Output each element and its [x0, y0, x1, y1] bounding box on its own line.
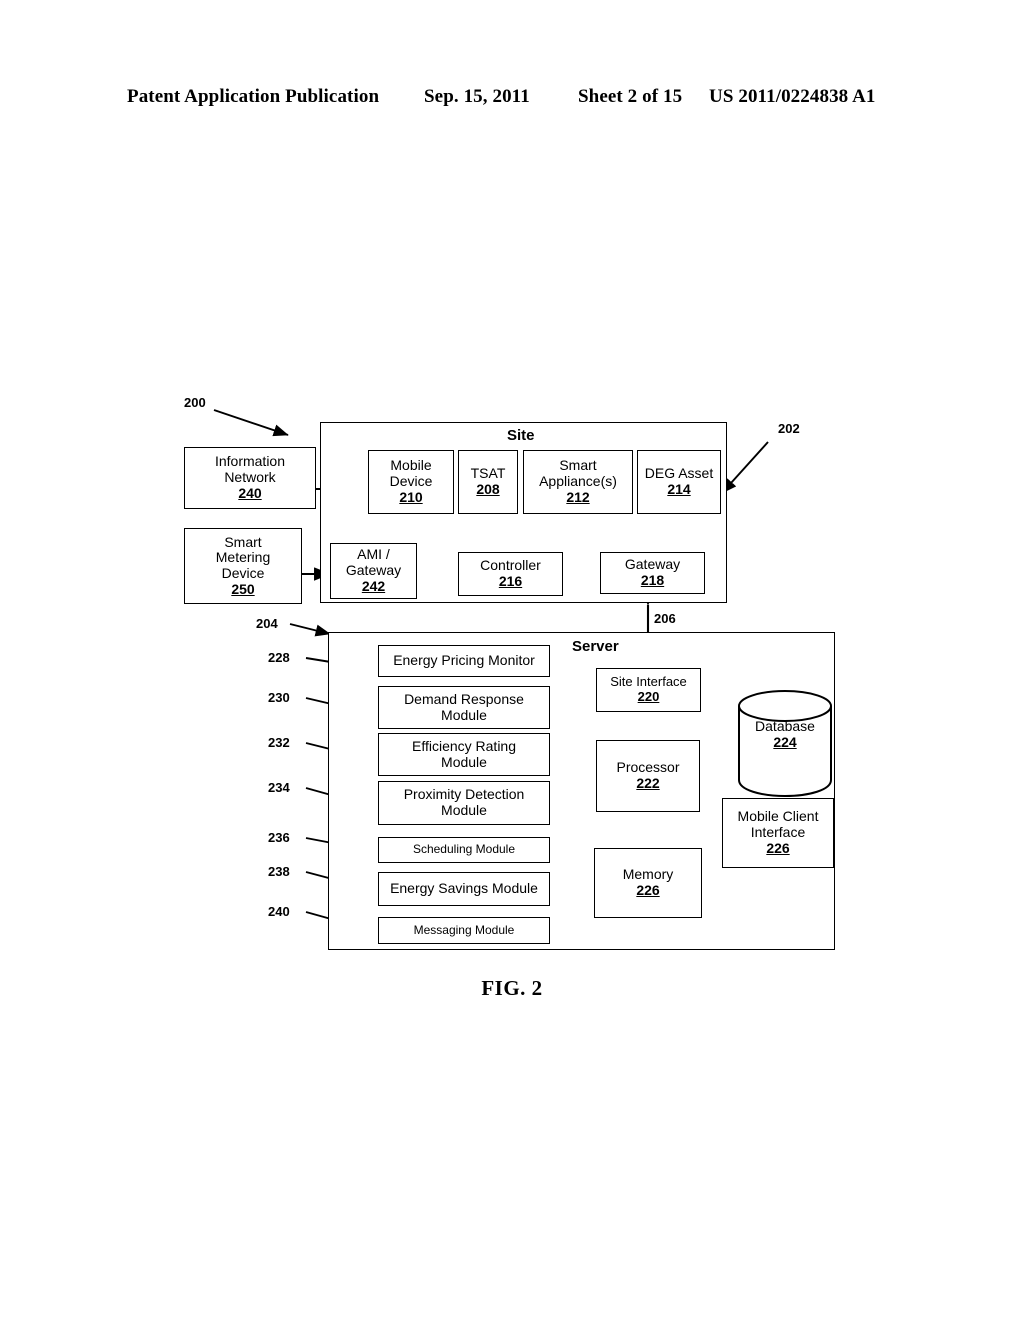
tsat-line1: TSAT: [470, 465, 506, 482]
module-3-line1: Proximity Detection: [403, 786, 525, 803]
mobile-device-line2: Device: [389, 473, 433, 490]
site-title: Site: [507, 427, 535, 444]
mobile-client-line1: Mobile Client: [737, 808, 819, 825]
node-deg-asset: DEG Asset 214: [637, 450, 721, 514]
node-mobile-client-interface: Mobile Client Interface 226: [722, 798, 834, 868]
header-date: Sep. 15, 2011: [424, 86, 530, 107]
node-controller: Controller 216: [458, 552, 563, 596]
smart-metering-line2: Metering: [215, 549, 271, 566]
ref-232: 232: [268, 735, 290, 750]
module-2-line1: Efficiency Rating: [411, 737, 516, 754]
ref-238: 238: [268, 864, 290, 879]
node-information-network: Information Network 240: [184, 447, 316, 509]
figure-caption: FIG. 2: [481, 976, 543, 1000]
mobile-client-ref: 226: [766, 839, 790, 856]
smart-appliances-line2: Appliance(s): [539, 473, 617, 490]
module-1-line1: Demand Response: [404, 690, 524, 707]
node-site-interface: Site Interface 220: [596, 668, 701, 712]
ami-gateway-line2: Gateway: [345, 562, 402, 579]
ref-202: 202: [778, 421, 800, 436]
module-0-line1: Energy Pricing Monitor: [393, 652, 535, 669]
module-6-line1: Messaging Module: [413, 922, 515, 937]
node-mobile-device: Mobile Device 210: [368, 450, 454, 514]
module-messaging: Messaging Module: [378, 917, 550, 944]
smart-appliances-line1: Smart: [559, 457, 597, 474]
node-tsat: TSAT 208: [458, 450, 518, 514]
ref-228: 228: [268, 650, 290, 665]
node-gateway: Gateway 218: [600, 552, 705, 594]
ref-206: 206: [654, 611, 676, 626]
header-patent-number: US 2011/0224838 A1: [709, 86, 876, 107]
node-ami-gateway: AMI / Gateway 242: [330, 543, 417, 599]
ami-gateway-ref: 242: [361, 577, 386, 594]
memory-line1: Memory: [622, 866, 674, 883]
information-network-line1: Information: [214, 453, 286, 470]
server-title: Server: [572, 638, 619, 655]
processor-ref: 222: [636, 775, 660, 791]
node-smart-metering-device: Smart Metering Device 250: [184, 528, 302, 604]
mobile-client-line2: Interface: [750, 824, 806, 841]
controller-ref: 216: [498, 573, 523, 589]
gateway-ref: 218: [640, 572, 665, 588]
information-network-line2: Network: [224, 469, 276, 486]
smart-metering-ref: 250: [231, 580, 255, 597]
module-scheduling: Scheduling Module: [378, 837, 550, 863]
deg-asset-ref: 214: [667, 481, 691, 497]
header-sheet: Sheet 2 of 15: [578, 86, 683, 107]
memory-ref: 226: [636, 882, 660, 898]
module-proximity-detection: Proximity Detection Module: [378, 781, 550, 825]
module-5-line1: Energy Savings Module: [390, 880, 538, 897]
information-network-ref: 240: [238, 484, 262, 501]
ref-236: 236: [268, 830, 290, 845]
ref-200: 200: [184, 395, 206, 410]
processor-line1: Processor: [616, 759, 680, 776]
tsat-ref: 208: [476, 481, 500, 497]
database-label-group: Database 224: [735, 718, 835, 750]
database-ref: 224: [773, 734, 797, 751]
controller-line1: Controller: [480, 557, 541, 574]
site-interface-line1: Site Interface: [610, 674, 687, 690]
patent-figure-page: Patent Application Publication Sep. 15, …: [0, 0, 1024, 1320]
node-memory: Memory 226: [594, 848, 702, 918]
module-4-line1: Scheduling Module: [412, 842, 516, 857]
node-smart-appliances: Smart Appliance(s) 212: [523, 450, 633, 514]
module-demand-response: Demand Response Module: [378, 686, 550, 729]
site-interface-ref: 220: [637, 689, 660, 704]
deg-asset-line1: DEG Asset: [644, 465, 714, 482]
module-2-line2: Module: [441, 753, 487, 770]
module-1-line2: Module: [441, 706, 487, 723]
header-publication: Patent Application Publication: [127, 86, 380, 107]
ref-240: 240: [268, 904, 290, 919]
gateway-line1: Gateway: [624, 556, 681, 573]
smart-appliances-ref: 212: [566, 488, 590, 505]
ami-gateway-line1: AMI /: [357, 546, 390, 563]
smart-metering-line3: Device: [221, 565, 265, 581]
mobile-device-line1: Mobile: [390, 457, 432, 474]
node-processor: Processor 222: [596, 740, 700, 812]
module-energy-pricing-monitor: Energy Pricing Monitor: [378, 645, 550, 677]
ref-204: 204: [256, 616, 278, 631]
ref-234: 234: [268, 780, 290, 795]
module-efficiency-rating: Efficiency Rating Module: [378, 733, 550, 776]
database-label: Database: [755, 718, 815, 734]
smart-metering-line1: Smart: [224, 533, 262, 550]
mobile-device-ref: 210: [399, 488, 423, 505]
module-3-line2: Module: [441, 802, 487, 818]
module-energy-savings: Energy Savings Module: [378, 872, 550, 906]
ref-230: 230: [268, 690, 290, 705]
